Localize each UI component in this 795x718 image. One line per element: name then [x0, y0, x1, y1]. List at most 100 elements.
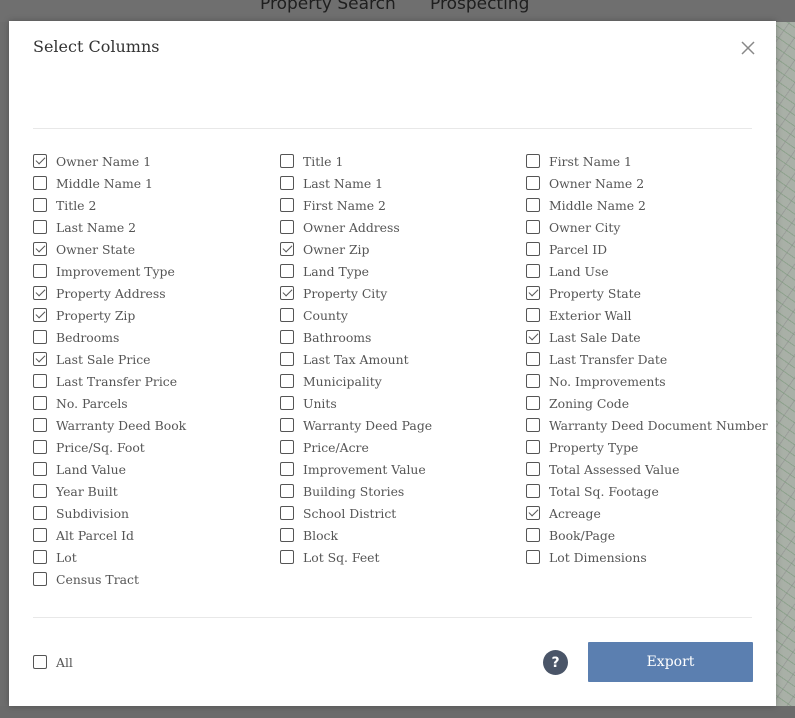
column-option[interactable]: First Name 1: [526, 153, 632, 169]
column-option[interactable]: Warranty Deed Document Number: [526, 417, 768, 433]
column-checkbox[interactable]: [280, 220, 294, 234]
column-option[interactable]: Warranty Deed Book: [33, 417, 186, 433]
column-option[interactable]: Subdivision: [33, 505, 129, 521]
column-option[interactable]: Zoning Code: [526, 395, 629, 411]
column-option[interactable]: Lot: [33, 549, 77, 565]
column-checkbox[interactable]: [526, 220, 540, 234]
column-option[interactable]: Owner City: [526, 219, 620, 235]
column-option[interactable]: Property Type: [526, 439, 638, 455]
column-checkbox[interactable]: [33, 484, 47, 498]
column-checkbox[interactable]: [526, 176, 540, 190]
column-checkbox[interactable]: [280, 440, 294, 454]
column-option[interactable]: Price/Acre: [280, 439, 369, 455]
column-option[interactable]: Property State: [526, 285, 641, 301]
column-checkbox[interactable]: [33, 528, 47, 542]
column-checkbox[interactable]: [33, 462, 47, 476]
close-icon[interactable]: [739, 39, 757, 57]
column-option[interactable]: Lot Sq. Feet: [280, 549, 379, 565]
column-checkbox[interactable]: [526, 330, 540, 344]
column-checkbox[interactable]: [526, 198, 540, 212]
column-option[interactable]: Land Use: [526, 263, 609, 279]
column-checkbox[interactable]: [33, 352, 47, 366]
column-checkbox[interactable]: [33, 396, 47, 410]
column-option[interactable]: Municipality: [280, 373, 382, 389]
column-checkbox[interactable]: [526, 462, 540, 476]
column-checkbox[interactable]: [526, 242, 540, 256]
select-all-checkbox[interactable]: [33, 655, 47, 669]
column-checkbox[interactable]: [280, 308, 294, 322]
column-option[interactable]: Alt Parcel Id: [33, 527, 134, 543]
column-option[interactable]: Exterior Wall: [526, 307, 632, 323]
column-checkbox[interactable]: [33, 286, 47, 300]
column-option[interactable]: Last Name 2: [33, 219, 136, 235]
export-button[interactable]: Export: [588, 642, 753, 682]
column-option[interactable]: Census Tract: [33, 571, 139, 587]
column-checkbox[interactable]: [526, 264, 540, 278]
column-checkbox[interactable]: [33, 506, 47, 520]
column-checkbox[interactable]: [280, 176, 294, 190]
column-checkbox[interactable]: [526, 418, 540, 432]
column-checkbox[interactable]: [33, 198, 47, 212]
column-option[interactable]: Building Stories: [280, 483, 404, 499]
column-checkbox[interactable]: [280, 330, 294, 344]
column-option[interactable]: Title 2: [33, 197, 96, 213]
column-option[interactable]: Total Sq. Footage: [526, 483, 659, 499]
column-checkbox[interactable]: [526, 440, 540, 454]
column-option[interactable]: Units: [280, 395, 337, 411]
column-checkbox[interactable]: [526, 352, 540, 366]
column-option[interactable]: Book/Page: [526, 527, 615, 543]
column-option[interactable]: Lot Dimensions: [526, 549, 647, 565]
column-checkbox[interactable]: [33, 330, 47, 344]
column-option[interactable]: School District: [280, 505, 396, 521]
column-option[interactable]: No. Improvements: [526, 373, 666, 389]
column-checkbox[interactable]: [280, 352, 294, 366]
column-option[interactable]: Owner State: [33, 241, 135, 257]
column-checkbox[interactable]: [33, 550, 47, 564]
column-option[interactable]: Owner Name 1: [33, 153, 151, 169]
column-option[interactable]: Last Sale Date: [526, 329, 641, 345]
column-option[interactable]: Property City: [280, 285, 387, 301]
select-all-option[interactable]: All: [33, 654, 73, 670]
column-checkbox[interactable]: [526, 396, 540, 410]
column-checkbox[interactable]: [280, 418, 294, 432]
column-option[interactable]: Last Name 1: [280, 175, 383, 191]
column-checkbox[interactable]: [33, 154, 47, 168]
column-option[interactable]: Middle Name 2: [526, 197, 646, 213]
column-option[interactable]: No. Parcels: [33, 395, 128, 411]
column-option[interactable]: Acreage: [526, 505, 601, 521]
column-option[interactable]: Land Value: [33, 461, 126, 477]
column-checkbox[interactable]: [280, 286, 294, 300]
column-option[interactable]: Last Transfer Price: [33, 373, 177, 389]
column-checkbox[interactable]: [280, 506, 294, 520]
column-option[interactable]: Bedrooms: [33, 329, 119, 345]
column-checkbox[interactable]: [33, 242, 47, 256]
column-option[interactable]: Owner Name 2: [526, 175, 644, 191]
column-checkbox[interactable]: [526, 484, 540, 498]
help-button[interactable]: ?: [543, 650, 568, 675]
column-checkbox[interactable]: [526, 506, 540, 520]
column-checkbox[interactable]: [280, 528, 294, 542]
column-checkbox[interactable]: [280, 154, 294, 168]
column-option[interactable]: Last Sale Price: [33, 351, 151, 367]
column-checkbox[interactable]: [280, 198, 294, 212]
column-option[interactable]: Last Transfer Date: [526, 351, 667, 367]
column-checkbox[interactable]: [280, 396, 294, 410]
column-checkbox[interactable]: [33, 264, 47, 278]
column-checkbox[interactable]: [280, 242, 294, 256]
column-option[interactable]: County: [280, 307, 348, 323]
column-option[interactable]: Year Built: [33, 483, 118, 499]
column-checkbox[interactable]: [526, 308, 540, 322]
column-option[interactable]: Property Address: [33, 285, 166, 301]
column-checkbox[interactable]: [280, 462, 294, 476]
column-option[interactable]: Middle Name 1: [33, 175, 153, 191]
column-checkbox[interactable]: [33, 308, 47, 322]
column-option[interactable]: Property Zip: [33, 307, 135, 323]
column-checkbox[interactable]: [33, 374, 47, 388]
column-option[interactable]: Title 1: [280, 153, 343, 169]
column-option[interactable]: Price/Sq. Foot: [33, 439, 145, 455]
column-checkbox[interactable]: [280, 484, 294, 498]
column-option[interactable]: Parcel ID: [526, 241, 607, 257]
column-checkbox[interactable]: [280, 264, 294, 278]
column-option[interactable]: Bathrooms: [280, 329, 371, 345]
column-checkbox[interactable]: [33, 176, 47, 190]
